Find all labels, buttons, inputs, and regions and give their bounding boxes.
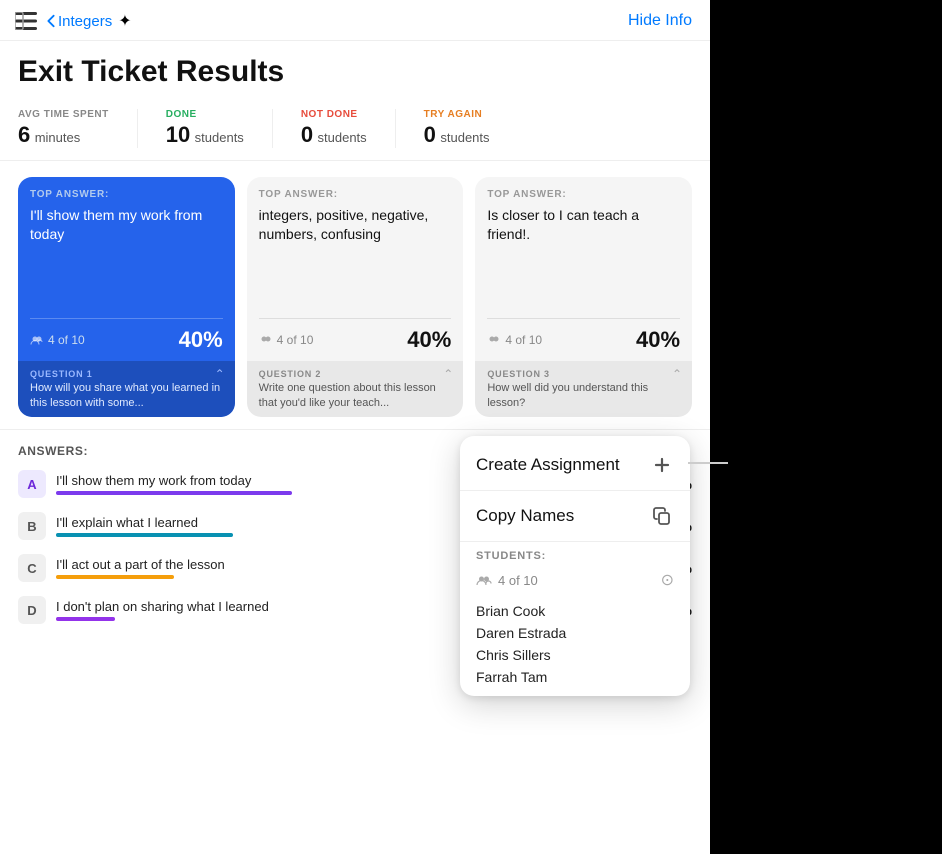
card-stat-row-1: 4 of 10 40% <box>18 319 235 361</box>
card-student-count-3: 4 of 10 <box>487 333 542 347</box>
stat-avg-time-value: 6 minutes <box>18 122 109 148</box>
card-wrapper-3: TOP ANSWER: Is closer to I can teach a f… <box>475 177 692 417</box>
top-answer-text-2: integers, positive, negative, numbers, c… <box>259 206 452 244</box>
student-name-0: Brian Cook <box>476 600 674 622</box>
sparkle-icon: ✦ <box>118 11 131 31</box>
question-card-3[interactable]: TOP ANSWER: Is closer to I can teach a f… <box>475 177 692 417</box>
create-assignment-label: Create Assignment <box>476 455 620 475</box>
main-panel: Integers ✦ Hide Info Exit Ticket Results… <box>0 0 710 854</box>
stat-done-value: 10 students <box>166 122 244 148</box>
card-wrapper-2: TOP ANSWER: integers, positive, negative… <box>247 177 464 417</box>
students-count-row: 4 of 10 ⊙ <box>476 570 674 590</box>
cards-area: TOP ANSWER: I'll show them my work from … <box>0 161 710 430</box>
page-title: Exit Ticket Results <box>18 55 692 89</box>
sidebar-toggle-button[interactable] <box>12 10 40 32</box>
stat-try-again-value: 0 students <box>424 122 490 148</box>
copy-names-label: Copy Names <box>476 506 574 526</box>
card-bottom-3: QUESTION 3 How well did you understand t… <box>475 361 692 417</box>
top-answer-label-3: TOP ANSWER: <box>487 189 680 200</box>
students-area: STUDENTS: 4 of 10 ⊙ Brian Cook Daren Est… <box>460 541 690 692</box>
plus-icon <box>650 453 674 477</box>
answer-bar-d <box>56 617 115 621</box>
page-title-area: Exit Ticket Results <box>0 41 710 99</box>
card-top-1: TOP ANSWER: I'll show them my work from … <box>18 177 235 318</box>
top-answer-text-1: I'll show them my work from today <box>30 206 223 244</box>
student-name-1: Daren Estrada <box>476 622 674 644</box>
stats-row: AVG TIME SPENT 6 minutes DONE 10 student… <box>0 99 710 161</box>
chevron-up-icon-2: ⌃ <box>443 367 453 381</box>
popup-connector-line <box>688 462 728 464</box>
card-student-count-1: 4 of 10 <box>30 333 85 347</box>
student-name-2: Chris Sillers <box>476 644 674 666</box>
stat-done-label: DONE <box>166 109 244 120</box>
card-student-count-2: 4 of 10 <box>259 333 314 347</box>
chevron-up-icon-1: ⌃ <box>215 367 225 381</box>
breadcrumb-title: Integers <box>58 13 112 30</box>
popup-menu: Create Assignment Copy Names STUDENTS: <box>460 436 690 696</box>
card-stat-row-2: 4 of 10 40% <box>247 319 464 361</box>
stat-not-done-label: NOT DONE <box>301 109 367 120</box>
stat-try-again-label: TRY AGAIN <box>424 109 490 120</box>
back-button[interactable]: Integers <box>46 13 112 30</box>
answer-letter-d: D <box>18 596 46 624</box>
circle-check-icon: ⊙ <box>661 570 674 590</box>
card-stat-row-3: 4 of 10 40% <box>475 319 692 361</box>
student-name-3: Farrah Tam <box>476 666 674 688</box>
stat-not-done-value: 0 students <box>301 122 367 148</box>
create-assignment-menu-item[interactable]: Create Assignment <box>460 440 690 490</box>
question-card-2[interactable]: TOP ANSWER: integers, positive, negative… <box>247 177 464 417</box>
students-count: 4 of 10 <box>498 573 538 588</box>
copy-names-menu-item[interactable]: Copy Names <box>460 491 690 541</box>
header: Integers ✦ Hide Info <box>0 0 710 41</box>
card-top-2: TOP ANSWER: integers, positive, negative… <box>247 177 464 318</box>
answer-letter-b: B <box>18 512 46 540</box>
header-left: Integers ✦ <box>12 10 132 32</box>
copy-icon <box>650 504 674 528</box>
stat-avg-time-label: AVG TIME SPENT <box>18 109 109 120</box>
answer-bar-a <box>56 491 292 495</box>
stat-try-again: TRY AGAIN 0 students <box>424 109 518 148</box>
answer-letter-c: C <box>18 554 46 582</box>
question-card-1[interactable]: TOP ANSWER: I'll show them my work from … <box>18 177 235 417</box>
chevron-up-icon-3: ⌃ <box>672 367 682 381</box>
hide-info-button[interactable]: Hide Info <box>628 12 692 30</box>
card-top-3: TOP ANSWER: Is closer to I can teach a f… <box>475 177 692 318</box>
top-answer-text-3: Is closer to I can teach a friend!. <box>487 206 680 244</box>
top-answer-label-1: TOP ANSWER: <box>30 189 223 200</box>
stat-avg-time: AVG TIME SPENT 6 minutes <box>18 109 138 148</box>
stat-done: DONE 10 students <box>166 109 273 148</box>
stat-not-done: NOT DONE 0 students <box>301 109 396 148</box>
answer-bar-b <box>56 533 233 537</box>
answer-letter-a: A <box>18 470 46 498</box>
card-wrapper-1: TOP ANSWER: I'll show them my work from … <box>18 177 235 417</box>
top-answer-label-2: TOP ANSWER: <box>259 189 452 200</box>
students-label: STUDENTS: <box>476 550 674 562</box>
card-bottom-2: QUESTION 2 Write one question about this… <box>247 361 464 417</box>
answer-bar-c <box>56 575 174 579</box>
card-bottom-1: QUESTION 1 How will you share what you l… <box>18 361 235 417</box>
